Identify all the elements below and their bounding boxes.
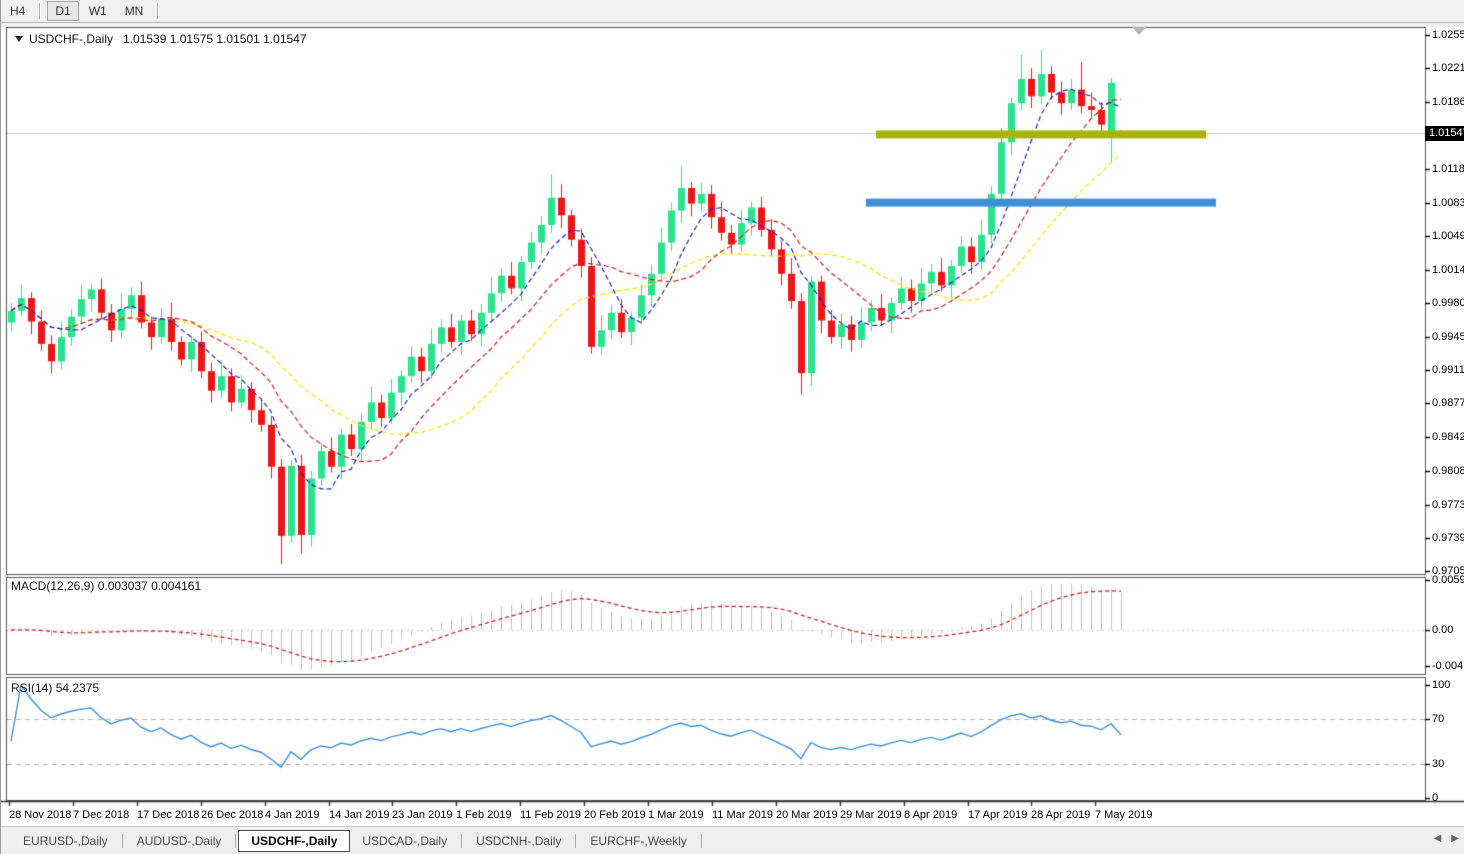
tab-separator [461,834,462,848]
tab-audusd-daily[interactable]: AUDUSD-,Daily [125,831,234,851]
tab-separator [575,834,576,848]
chart-tab-bar: EURUSD-,DailyAUDUSD-,DailyUSDCHF-,DailyU… [1,826,1464,854]
terminal-window: H4 D1 W1 MN USDCHF-,Daily1.01539 1.01575… [0,0,1464,854]
tab-usdcad-daily[interactable]: USDCAD-,Daily [350,831,459,851]
tab-separator [701,834,702,848]
tab-separator [122,834,123,848]
tab-usdchf-daily[interactable]: USDCHF-,Daily [238,830,350,852]
tab-scroll-left-button[interactable]: ◀ [1434,833,1442,844]
chart-canvas[interactable] [1,0,1464,854]
tab-usdcnh-daily[interactable]: USDCNH-,Daily [464,831,573,851]
tab-eurusd-daily[interactable]: EURUSD-,Daily [11,831,120,851]
tab-scroll-right-button[interactable]: ▶ [1451,833,1459,844]
tab-eurchf-weekly[interactable]: EURCHF-,Weekly [578,831,698,851]
symbol-dropdown-icon[interactable] [15,36,23,42]
tab-scroll-controls: ◀ ▶ [1434,833,1459,844]
tab-separator [235,834,236,848]
